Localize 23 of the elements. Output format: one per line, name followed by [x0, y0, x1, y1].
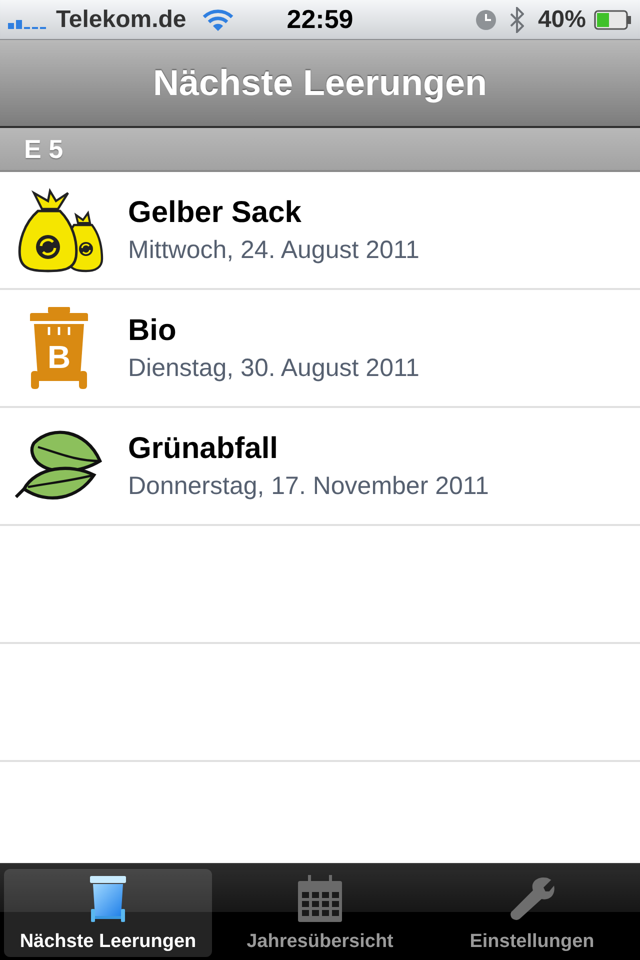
calendar-icon	[297, 875, 343, 923]
tab[interactable]: Einstellungen	[428, 869, 636, 957]
battery-icon	[594, 10, 632, 30]
battery-percent: 40%	[538, 6, 586, 34]
pickup-date: Donnerstag, 17. November 2011	[128, 472, 489, 500]
wifi-icon	[202, 8, 234, 32]
screen-title: Nächste Leerungen	[152, 62, 488, 104]
pickup-date: Dienstag, 30. August 2011	[128, 354, 420, 382]
waste-type: Bio	[128, 314, 178, 348]
tab[interactable]: Nächste Leerungen	[4, 869, 212, 957]
clock-icon	[476, 10, 496, 30]
waste-type: Grünabfall	[128, 432, 280, 466]
bluetooth-icon	[510, 6, 524, 32]
tab[interactable]: Jahresübersicht	[216, 869, 424, 957]
pickup-list-item[interactable]: Gelber Sack Mittwoch, 24. August 2011	[0, 172, 640, 290]
carrier-name: Telekom.de	[56, 6, 186, 34]
pickup-date: Mittwoch, 24. August 2011	[128, 236, 420, 264]
wrench-icon	[509, 875, 555, 923]
pickup-list-item[interactable]: Grünabfall Donnerstag, 17. November 2011	[0, 408, 640, 526]
section-title: E 5	[24, 134, 64, 164]
clock-time: 22:59	[286, 4, 354, 35]
waste-type: Gelber Sack	[128, 196, 302, 230]
pickup-list-item[interactable]: B Bio Dienstag, 30. August 2011	[0, 290, 640, 408]
